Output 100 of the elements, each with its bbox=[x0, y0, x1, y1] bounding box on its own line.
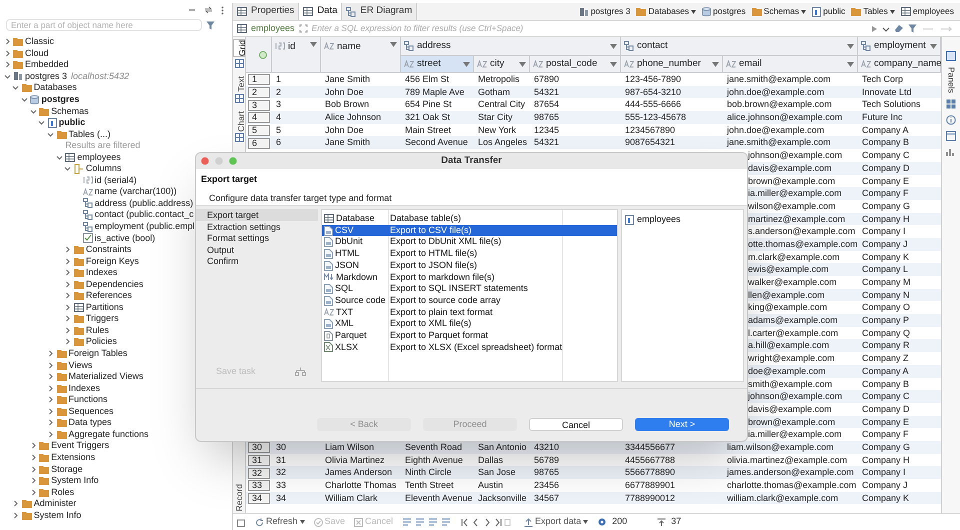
tree-item[interactable]: public bbox=[58, 118, 86, 128]
format-row[interactable]: Parquet Export to Parquet format bbox=[322, 330, 617, 342]
tree-item[interactable]: Data types bbox=[68, 418, 112, 428]
tree-item[interactable]: Sequences bbox=[68, 406, 114, 416]
format-row[interactable]: Source code Export to source code array bbox=[322, 294, 617, 306]
wizard-page[interactable]: Output bbox=[196, 244, 318, 255]
tree-item[interactable]: Dependencies bbox=[86, 280, 144, 289]
column-header[interactable]: id bbox=[272, 37, 321, 72]
editor-tab[interactable]: Data bbox=[299, 3, 342, 20]
tree-item[interactable]: is_active (bool) bbox=[94, 234, 156, 243]
tree-item[interactable]: Foreign Keys bbox=[86, 256, 139, 266]
row-number[interactable]: 4 bbox=[248, 112, 270, 124]
tree-item[interactable]: address (public.address) bbox=[94, 198, 194, 208]
breadcrumb-item[interactable]: public bbox=[812, 5, 846, 18]
format-row[interactable]: TXT Export to plain text format bbox=[322, 306, 617, 318]
view-tab[interactable]: Text bbox=[233, 76, 245, 92]
tree-item[interactable]: Event Triggers bbox=[51, 441, 110, 450]
tree-item[interactable]: Storage bbox=[51, 464, 83, 474]
wizard-page[interactable]: Export target bbox=[196, 209, 318, 220]
row-number[interactable]: 33 bbox=[248, 480, 270, 492]
table-cell-text: Company J bbox=[861, 479, 909, 492]
tree-item[interactable]: Indexes bbox=[68, 384, 100, 393]
column-header[interactable]: phone_number bbox=[621, 56, 723, 72]
column-header[interactable]: street bbox=[401, 56, 474, 72]
format-row[interactable]: XLSX Export to XLSX (Excel spreadsheet) format bbox=[322, 342, 617, 354]
row-number[interactable]: 6 bbox=[248, 138, 270, 149]
row-number[interactable]: 32 bbox=[248, 468, 270, 479]
tree-item[interactable]: Partitions bbox=[86, 302, 124, 312]
editor-tab[interactable]: ER Diagram bbox=[342, 3, 418, 20]
tree-item[interactable]: Administer bbox=[34, 499, 76, 508]
format-row[interactable]: XML Export to XML file(s) bbox=[322, 318, 617, 330]
format-row[interactable]: HTML Export to HTML file(s) bbox=[322, 248, 617, 260]
tree-item[interactable]: Materialized Views bbox=[68, 372, 144, 382]
fetch-size-field[interactable]: 200 bbox=[612, 515, 652, 529]
format-row[interactable]: Database Database table(s) bbox=[322, 213, 617, 225]
tree-item[interactable]: Classic bbox=[25, 37, 54, 46]
record-tab[interactable]: Record bbox=[232, 484, 246, 511]
tree-item[interactable]: postgres bbox=[41, 95, 80, 104]
format-row[interactable]: Markdown Export to markdown file(s) bbox=[322, 271, 617, 284]
row-number[interactable]: 31 bbox=[248, 454, 270, 466]
row-number[interactable]: 34 bbox=[248, 492, 270, 504]
tree-item[interactable]: Views bbox=[68, 360, 92, 370]
breadcrumb-item[interactable]: postgres bbox=[702, 5, 746, 18]
tree-item[interactable]: System Info bbox=[34, 510, 82, 520]
export-data-button[interactable]: Export data bbox=[524, 515, 588, 529]
column-group-header[interactable]: contact bbox=[621, 37, 858, 56]
tree-item[interactable]: Indexes bbox=[86, 268, 118, 278]
format-row[interactable]: SQL Export to SQL INSERT statements bbox=[322, 283, 617, 295]
wizard-page[interactable]: Extraction settings bbox=[196, 220, 318, 232]
format-row[interactable]: JSON Export to JSON file(s) bbox=[322, 260, 617, 272]
view-tab[interactable]: Grid bbox=[233, 39, 245, 58]
tree-item[interactable]: References bbox=[86, 291, 132, 300]
tree-item[interactable]: employees bbox=[77, 152, 121, 162]
tree-item[interactable]: contact (public.contact_c bbox=[94, 210, 194, 220]
tree-item[interactable]: Triggers bbox=[86, 314, 119, 324]
tree-item[interactable]: Extensions bbox=[51, 452, 96, 462]
tree-item[interactable]: Cloud bbox=[25, 48, 49, 58]
format-row[interactable]: DbUnit Export to DbUnit XML file(s) bbox=[322, 236, 617, 248]
tree-item[interactable]: id (serial4) bbox=[94, 176, 137, 185]
dialog-button[interactable]: Next > bbox=[635, 418, 729, 431]
format-row[interactable]: CSV Export to CSV file(s) bbox=[322, 224, 617, 236]
column-header[interactable]: city bbox=[474, 56, 530, 72]
breadcrumb-item[interactable]: Databases bbox=[636, 5, 696, 18]
breadcrumb-item[interactable]: Schemas bbox=[752, 5, 806, 18]
dialog-button[interactable]: Cancel bbox=[529, 418, 623, 431]
wizard-page[interactable]: Format settings bbox=[196, 232, 318, 244]
tree-item[interactable]: Rules bbox=[86, 326, 109, 335]
row-number[interactable]: 1 bbox=[248, 74, 270, 86]
row-number[interactable]: 5 bbox=[248, 125, 270, 136]
table-cell-text: johnson@example.com bbox=[747, 390, 844, 404]
tree-item[interactable]: Policies bbox=[86, 337, 117, 346]
tree-item[interactable]: Schemas bbox=[51, 106, 89, 116]
tree-item[interactable]: Embedded bbox=[25, 60, 69, 70]
tree-item[interactable]: employment (public.empl bbox=[94, 222, 195, 232]
search-field[interactable]: Enter a part of object name here bbox=[6, 19, 202, 31]
row-number[interactable]: 2 bbox=[248, 86, 270, 98]
wizard-page[interactable]: Confirm bbox=[196, 255, 318, 266]
row-number[interactable]: 3 bbox=[248, 100, 270, 111]
tree-item[interactable]: Tables (...) bbox=[68, 130, 111, 139]
breadcrumb-item[interactable]: postgres 3 bbox=[578, 5, 630, 18]
tree-item[interactable]: Databases bbox=[34, 83, 77, 92]
breadcrumb-item[interactable]: Tables bbox=[851, 5, 895, 18]
tree-item[interactable]: Columns bbox=[86, 164, 122, 174]
tree-item[interactable]: Functions bbox=[68, 395, 108, 404]
tree-item[interactable]: postgres 3 bbox=[25, 72, 68, 81]
tree-item[interactable]: Aggregate functions bbox=[68, 430, 149, 439]
column-header[interactable]: postal_code bbox=[530, 56, 621, 72]
breadcrumb-item[interactable]: employees bbox=[900, 5, 954, 18]
filter-field[interactable]: Enter a SQL expression to filter results (use Ctrl+Space) bbox=[312, 22, 867, 34]
panels-tab[interactable]: Panels bbox=[944, 67, 958, 93]
view-tab[interactable]: Chart bbox=[233, 110, 245, 132]
refresh-button[interactable]: Refresh bbox=[255, 515, 305, 529]
row-number[interactable]: 30 bbox=[248, 442, 270, 454]
column-header[interactable]: email bbox=[723, 56, 858, 72]
tree-item[interactable]: name (varchar(100)) bbox=[94, 187, 177, 196]
tree-item[interactable]: Foreign Tables bbox=[68, 349, 128, 358]
editor-tab[interactable]: Properties bbox=[233, 3, 300, 20]
tree-item[interactable]: System Info bbox=[51, 476, 99, 486]
tree-item[interactable]: Constraints bbox=[86, 245, 132, 254]
tree-item[interactable]: Roles bbox=[51, 488, 74, 497]
